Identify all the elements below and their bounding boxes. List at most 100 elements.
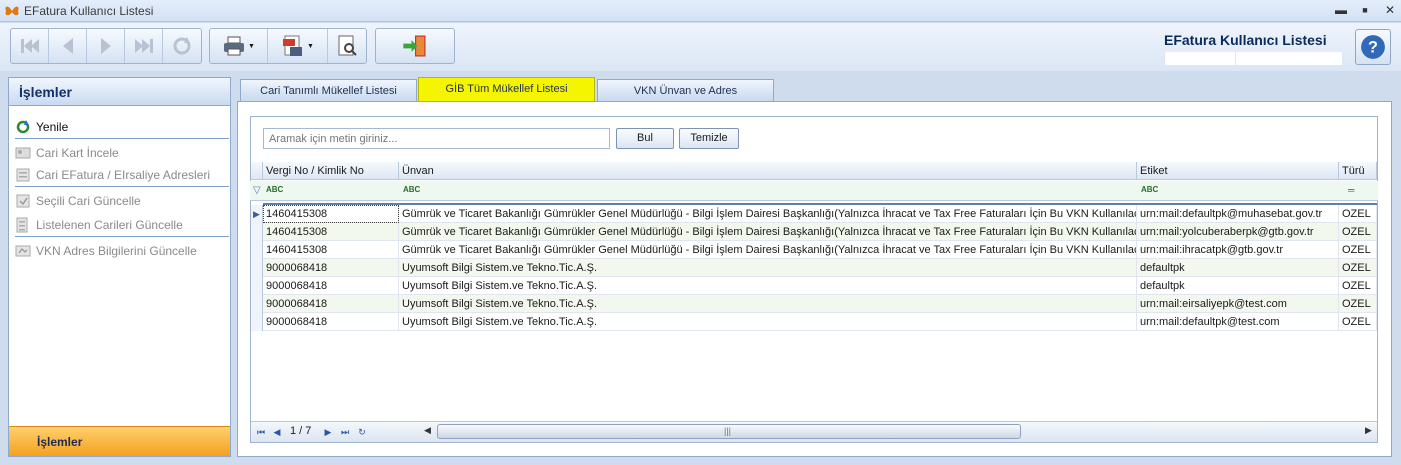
exit-button[interactable]: [376, 29, 454, 63]
next-record-button[interactable]: [87, 29, 125, 63]
minimize-button[interactable]: ▬: [1329, 2, 1353, 18]
divider: [15, 186, 229, 187]
column-header-title[interactable]: Ünvan: [399, 162, 1137, 180]
svg-text:?: ?: [1368, 38, 1378, 56]
cell-title[interactable]: Gümrük ve Ticaret Bakanlığı Gümrükler Ge…: [399, 223, 1137, 241]
refresh-page-icon[interactable]: ↻: [356, 426, 368, 438]
first-page-icon[interactable]: ⏮: [255, 426, 267, 438]
table-row[interactable]: 9000068418 Uyumsoft Bilgi Sistem.ve Tekn…: [263, 313, 1377, 331]
action-update-selected-label: Seçili Cari Güncelle: [36, 194, 141, 208]
exit-group: [375, 28, 455, 64]
list-update-icon: [15, 217, 31, 233]
filter-title[interactable]: ABC: [403, 185, 420, 194]
cell-label[interactable]: defaultpk: [1137, 277, 1339, 295]
title-underline: [1164, 52, 1342, 65]
cell-label[interactable]: urn:mail:ihracatpk@gtb.gov.tr: [1137, 241, 1339, 259]
action-refresh[interactable]: Yenile: [15, 118, 68, 136]
filter-tax-no[interactable]: ABC: [266, 185, 283, 194]
cell-tax-no[interactable]: 1460415308: [263, 223, 399, 241]
column-header-type[interactable]: Türü: [1339, 162, 1377, 180]
refresh-icon: [15, 119, 31, 135]
previous-record-button[interactable]: [49, 29, 87, 63]
table-row[interactable]: 1460415308 Gümrük ve Ticaret Bakanlığı G…: [263, 241, 1377, 259]
output-group: ▼ ▼: [209, 28, 367, 64]
tab-vkn-title-address[interactable]: VKN Ünvan ve Adres: [597, 79, 774, 101]
address-book-icon: [15, 167, 31, 183]
cell-label[interactable]: urn:mail:yolcuberaberpk@gtb.gov.tr: [1137, 223, 1339, 241]
row-indicator: [251, 223, 263, 241]
last-page-icon[interactable]: ⏭: [339, 426, 351, 438]
table-row[interactable]: 1460415308 Gümrük ve Ticaret Bakanlığı G…: [263, 205, 1377, 223]
last-record-button[interactable]: [125, 29, 163, 63]
cell-type[interactable]: OZEL: [1339, 223, 1377, 241]
table-row[interactable]: 1460415308 Gümrük ve Ticaret Bakanlığı G…: [263, 223, 1377, 241]
cell-type[interactable]: OZEL: [1339, 313, 1377, 331]
report-design-button[interactable]: [328, 29, 366, 63]
refresh-button[interactable]: [163, 29, 201, 63]
cell-label[interactable]: urn:mail:defaultpk@test.com: [1137, 313, 1339, 331]
cell-type[interactable]: OZEL: [1339, 295, 1377, 313]
butterfly-icon: [5, 6, 19, 16]
close-button[interactable]: ✕: [1378, 2, 1401, 18]
cell-type[interactable]: OZEL: [1339, 259, 1377, 277]
column-header-tax-no[interactable]: Vergi No / Kimlik No: [263, 162, 399, 180]
action-update-listed-label: Listelenen Carileri Güncelle: [36, 218, 183, 232]
cell-title[interactable]: Uyumsoft Bilgi Sistem.ve Tekno.Tic.A.Ş.: [399, 295, 1137, 313]
chevron-down-icon: ▼: [248, 42, 255, 50]
find-button[interactable]: Bul: [616, 128, 674, 149]
table-row[interactable]: 9000068418 Uyumsoft Bilgi Sistem.ve Tekn…: [263, 295, 1377, 313]
cell-title[interactable]: Uyumsoft Bilgi Sistem.ve Tekno.Tic.A.Ş.: [399, 313, 1137, 331]
pdf-export-button[interactable]: ▼: [268, 29, 328, 63]
tab-gib-all-taxpayers[interactable]: GİB Tüm Mükellef Listesi: [418, 77, 595, 101]
help-button[interactable]: ?: [1355, 29, 1391, 65]
cell-tax-no[interactable]: 9000068418: [263, 277, 399, 295]
cell-type[interactable]: OZEL: [1339, 205, 1377, 223]
cell-tax-no[interactable]: 1460415308: [263, 205, 399, 223]
scroll-left-icon[interactable]: ◀: [424, 425, 431, 436]
previous-page-icon[interactable]: ◀: [271, 426, 283, 438]
tab-defined-taxpayers[interactable]: Cari Tanımlı Mükellef Listesi: [240, 79, 417, 101]
update-icon: [15, 193, 31, 209]
print-button[interactable]: ▼: [210, 29, 268, 63]
cell-label[interactable]: urn:mail:defaultpk@muhasebat.gov.tr: [1137, 205, 1339, 223]
cell-title[interactable]: Uyumsoft Bilgi Sistem.ve Tekno.Tic.A.Ş.: [399, 277, 1137, 295]
table-row[interactable]: 9000068418 Uyumsoft Bilgi Sistem.ve Tekn…: [263, 277, 1377, 295]
scroll-right-icon[interactable]: ▶: [1365, 425, 1372, 436]
maximize-button[interactable]: ■: [1353, 2, 1377, 18]
cell-title[interactable]: Uyumsoft Bilgi Sistem.ve Tekno.Tic.A.Ş.: [399, 259, 1137, 277]
exit-door-icon: [403, 35, 426, 57]
cell-label[interactable]: defaultpk: [1137, 259, 1339, 277]
cell-label[interactable]: urn:mail:eirsaliyepk@test.com: [1137, 295, 1339, 313]
table-row[interactable]: 9000068418 Uyumsoft Bilgi Sistem.ve Tekn…: [263, 259, 1377, 277]
page-title: EFatura Kullanıcı Listesi: [1164, 32, 1327, 48]
next-icon: [100, 38, 111, 54]
cell-title[interactable]: Gümrük ve Ticaret Bakanlığı Gümrükler Ge…: [399, 205, 1137, 223]
cell-type[interactable]: OZEL: [1339, 241, 1377, 259]
cell-tax-no[interactable]: 9000068418: [263, 259, 399, 277]
column-header-label[interactable]: Etiket: [1137, 162, 1339, 180]
cell-tax-no[interactable]: 9000068418: [263, 313, 399, 331]
action-efatura-addresses[interactable]: Cari EFatura / EIrsaliye Adresleri: [15, 166, 210, 184]
row-indicator: ▶: [251, 205, 263, 223]
action-update-selected[interactable]: Seçili Cari Güncelle: [15, 192, 141, 210]
cell-title[interactable]: Gümrük ve Ticaret Bakanlığı Gümrükler Ge…: [399, 241, 1137, 259]
clear-button[interactable]: Temizle: [679, 128, 739, 149]
cell-tax-no[interactable]: 1460415308: [263, 241, 399, 259]
first-icon: [20, 39, 39, 53]
row-indicator-header: [251, 162, 263, 180]
next-page-icon[interactable]: ▶: [322, 426, 334, 438]
cell-type[interactable]: OZEL: [1339, 277, 1377, 295]
cell-tax-no[interactable]: 9000068418: [263, 295, 399, 313]
action-update-vkn-address[interactable]: VKN Adres Bilgilerini Güncelle: [15, 242, 197, 260]
action-inspect-account[interactable]: Cari Kart İncele: [15, 144, 119, 162]
actions-panel-footer[interactable]: İşlemler: [9, 426, 230, 456]
filter-label[interactable]: ABC: [1141, 185, 1158, 194]
horizontal-scrollbar[interactable]: |||: [437, 424, 1021, 439]
row-indicator: [251, 295, 263, 313]
action-efatura-addresses-label: Cari EFatura / EIrsaliye Adresleri: [36, 168, 211, 182]
action-update-listed[interactable]: Listelenen Carileri Güncelle: [15, 216, 183, 234]
search-input[interactable]: [263, 128, 610, 149]
filter-type-equals[interactable]: ═: [1348, 185, 1354, 195]
first-record-button[interactable]: [11, 29, 49, 63]
scroll-grip-icon: |||: [724, 426, 732, 436]
